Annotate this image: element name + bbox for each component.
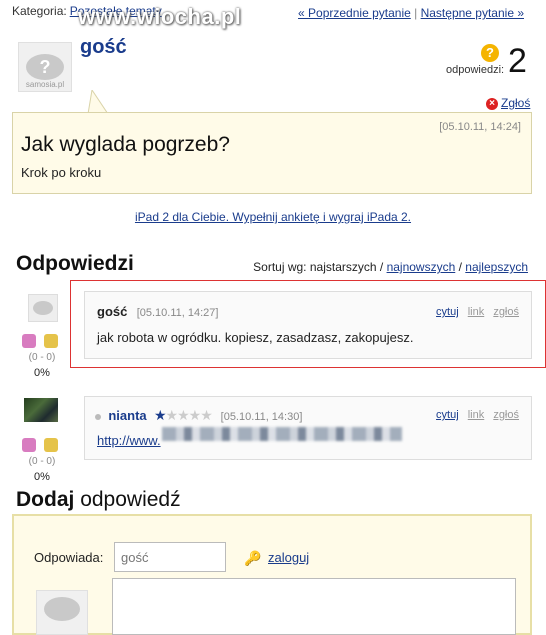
- speech-tail: [87, 90, 109, 114]
- responder-name-input[interactable]: [114, 542, 226, 572]
- rating-stars: ★★★★★: [154, 407, 215, 423]
- promo-link[interactable]: iPad 2 dla Ciebie. Wypełnij ankietę i wy…: [135, 210, 411, 224]
- key-icon: 🔑: [244, 550, 262, 566]
- vote-percent: 0%: [34, 471, 50, 483]
- category-label: Kategoria:: [12, 4, 67, 18]
- answer-avatar[interactable]: [24, 398, 58, 422]
- vote-count: (0 - 0): [28, 352, 56, 363]
- thumb-down-icon[interactable]: [44, 334, 58, 348]
- avatar-site-label: samosia.pl: [25, 80, 65, 89]
- sort-newest-link[interactable]: najnowszych: [387, 260, 456, 274]
- answer-avatar[interactable]: [28, 294, 58, 322]
- watermark: www.wiocha.pl: [78, 4, 242, 29]
- vote-count: (0 - 0): [28, 456, 56, 467]
- answer-author[interactable]: nianta: [108, 408, 146, 423]
- status-dot-icon: [95, 413, 101, 420]
- star-filled-icon: ★: [153, 407, 167, 423]
- login-link[interactable]: zaloguj: [268, 550, 309, 565]
- star-empty-icon: ★★★★: [165, 407, 213, 423]
- vote-percent: 0%: [34, 367, 50, 379]
- sort-separator: /: [458, 260, 462, 274]
- add-answer-heading-bold: Dodaj: [16, 488, 75, 511]
- answer-actions: cytuj link zgłoś: [436, 409, 519, 421]
- sort-options: Sortuj wg: najstarszych / najnowszych / …: [253, 260, 528, 274]
- quote-link[interactable]: cytuj: [436, 409, 459, 421]
- thumb-up-icon[interactable]: [22, 334, 36, 348]
- report-link[interactable]: Zgłoś: [501, 96, 530, 110]
- add-answer-heading-rest: odpowiedź: [80, 488, 181, 511]
- answer-text: jak robota w ogródku. kopiesz, zasadzasz…: [97, 330, 414, 345]
- answer-header: nianta ★★★★★ [05.10.11, 14:30]: [95, 407, 302, 424]
- close-circle-icon: ×: [486, 97, 498, 110]
- quote-link[interactable]: cytuj: [436, 306, 459, 318]
- thumb-up-icon[interactable]: [22, 438, 36, 452]
- question-title: Jak wyglada pogrzeb?: [21, 133, 230, 156]
- thumb-down-icon[interactable]: [44, 438, 58, 452]
- report-question[interactable]: × Zgłoś: [486, 96, 530, 110]
- question-date: [05.10.11, 14:24]: [439, 121, 521, 133]
- speech-bubble-icon: [44, 597, 80, 621]
- answer-actions: cytuj link zgłoś: [436, 306, 519, 318]
- answers-heading: Odpowiedzi: [16, 252, 134, 275]
- sort-label: Sortuj wg: najstarszych /: [253, 260, 384, 274]
- next-question-link[interactable]: Następne pytanie »: [421, 6, 524, 20]
- answer-link[interactable]: http://www.: [97, 433, 161, 448]
- responder-label: Odpowiada:: [34, 550, 104, 565]
- answer-date: [05.10.11, 14:30]: [220, 411, 303, 423]
- answers-count-label: odpowiedzi:: [446, 64, 505, 76]
- permalink-link[interactable]: link: [468, 409, 485, 421]
- promo: iPad 2 dla Ciebie. Wypełnij ankietę i wy…: [0, 210, 546, 224]
- speech-bubble-icon: [33, 301, 53, 315]
- nav-separator: |: [414, 6, 418, 20]
- permalink-link[interactable]: link: [468, 306, 485, 318]
- add-answer-heading: Dodaj odpowiedź: [16, 488, 181, 512]
- question-nav: « Poprzednie pytanie | Następne pytanie …: [298, 6, 524, 20]
- question-badge-icon: ?: [481, 44, 499, 62]
- question-description: Krok po kroku: [21, 165, 102, 180]
- speech-bubble-icon: ?: [26, 54, 64, 80]
- asker-name[interactable]: gość: [80, 36, 127, 59]
- answer-box: gość [05.10.11, 14:27] cytuj link zgłoś …: [84, 291, 532, 359]
- responder-avatar: [36, 590, 88, 635]
- report-answer-link[interactable]: zgłoś: [493, 409, 519, 421]
- answer-header: gość [05.10.11, 14:27]: [97, 304, 218, 319]
- asker-avatar[interactable]: ? samosia.pl: [18, 42, 72, 92]
- answer-date: [05.10.11, 14:27]: [136, 307, 219, 319]
- answer-textarea[interactable]: [112, 578, 516, 635]
- report-answer-link[interactable]: zgłoś: [493, 306, 519, 318]
- prev-question-link[interactable]: « Poprzednie pytanie: [298, 6, 411, 20]
- answer-author[interactable]: gość: [97, 304, 127, 319]
- answers-count: 2: [508, 42, 527, 80]
- sort-best-link[interactable]: najlepszych: [465, 260, 528, 274]
- blurred-url: [162, 427, 402, 441]
- question-box: [05.10.11, 14:24] Jak wyglada pogrzeb? K…: [12, 112, 532, 194]
